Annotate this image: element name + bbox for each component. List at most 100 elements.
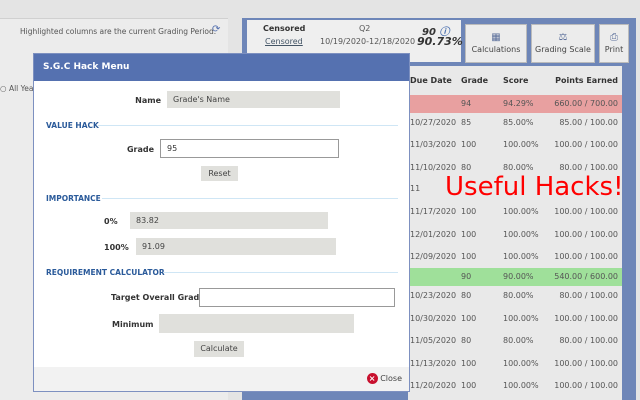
header-points[interactable]: Points Earned — [555, 72, 618, 90]
score-cell: 90.00% — [503, 272, 534, 281]
grading-scale-button[interactable]: ⚖ Grading Scale — [531, 24, 595, 63]
due-date-cell: 11/03/2020 — [410, 140, 457, 149]
reset-button[interactable]: Reset — [201, 166, 238, 181]
points-cell: 100.00 / 100.00 — [554, 207, 618, 216]
score-cell: 94.29% — [503, 99, 534, 108]
name-field[interactable]: Grade's Name — [167, 91, 340, 108]
points-cell: 100.00 / 100.00 — [554, 381, 618, 390]
table-row[interactable]: 90 90.00% 540.00 / 600.00 — [408, 268, 622, 286]
points-cell: 100.00 / 100.00 — [554, 230, 618, 239]
requirement-calculator-heading: REQUIREMENT CALCULATOR — [46, 268, 165, 277]
score-cell: 80.00% — [503, 291, 534, 300]
scale-icon: ⚖ — [558, 32, 568, 43]
header-score[interactable]: Score — [503, 72, 528, 90]
grade-percent: 90.73% — [417, 35, 463, 48]
due-date-cell: 10/30/2020 — [410, 314, 457, 323]
table-row[interactable]: 11/20/2020 100 100.00% 100.00 / 100.00 — [408, 377, 622, 395]
grading-scale-label: Grading Scale — [535, 45, 591, 54]
table-row[interactable]: 11/17/2020 100 100.00% 100.00 / 100.00 — [408, 203, 622, 221]
points-cell: 660.00 / 700.00 — [554, 99, 618, 108]
hack-menu-dialog: S.G.C Hack Menu Name Grade's Name VALUE … — [33, 53, 410, 392]
zero-percent-value: 83.82 — [130, 212, 328, 229]
grade-cell: 100 — [461, 140, 477, 149]
grading-period-note: Highlighted columns are the current Grad… — [20, 27, 217, 36]
points-cell: 100.00 / 100.00 — [554, 252, 618, 261]
minimum-field — [159, 314, 354, 333]
header-due-date[interactable]: Due Date — [410, 72, 452, 90]
overlay-caption: Useful Hacks! — [445, 172, 624, 202]
name-label: Name — [135, 96, 161, 105]
period-label: Q2 — [359, 24, 371, 33]
table-row[interactable]: 10/23/2020 80 80.00% 80.00 / 100.00 — [408, 287, 622, 305]
period-dates: 10/19/2020-12/18/2020 — [320, 37, 416, 46]
grade-cell: 100 — [461, 230, 477, 239]
due-date-cell: 10/23/2020 — [410, 291, 457, 300]
print-label: Print — [604, 45, 624, 54]
points-cell: 85.00 / 100.00 — [559, 118, 618, 127]
points-cell: 100.00 / 100.00 — [554, 314, 618, 323]
student-name: Censored — [263, 24, 306, 33]
divider — [98, 125, 398, 126]
table-row[interactable]: 12/09/2020 100 100.00% 100.00 / 100.00 — [408, 248, 622, 266]
due-date-cell: 11/13/2020 — [410, 359, 457, 368]
grade-cell: 80 — [461, 291, 472, 300]
grade-cell: 100 — [461, 381, 477, 390]
grade-cell: 80 — [461, 336, 472, 345]
grade-cell: 94 — [461, 99, 472, 108]
grade-cell: 90 — [461, 272, 472, 281]
calculator-icon: ▦ — [491, 32, 501, 43]
divider — [164, 272, 398, 273]
hundred-percent-label: 100% — [104, 243, 129, 252]
due-date-cell: 11 — [410, 184, 421, 193]
score-cell: 100.00% — [503, 140, 539, 149]
table-row[interactable]: 11/03/2020 100 100.00% 100.00 / 100.00 — [408, 136, 622, 154]
importance-heading: IMPORTANCE — [46, 194, 101, 203]
score-cell: 100.00% — [503, 230, 539, 239]
due-date-cell: 10/27/2020 — [410, 118, 457, 127]
close-label: Close — [380, 374, 402, 383]
grade-cell: 100 — [461, 314, 477, 323]
score-cell: 100.00% — [503, 314, 539, 323]
points-cell: 80.00 / 100.00 — [559, 336, 618, 345]
all-years-label: All Yea — [8, 84, 34, 93]
grade-input[interactable]: 95 — [160, 139, 339, 158]
due-date-cell: 11/05/2020 — [410, 336, 457, 345]
header-grade[interactable]: Grade — [461, 72, 488, 90]
due-date-cell: 12/01/2020 — [410, 230, 457, 239]
divider — [102, 198, 398, 199]
score-cell: 85.00% — [503, 118, 534, 127]
all-years-radio[interactable]: ○ All Yea — [0, 84, 33, 93]
table-row[interactable]: 11/05/2020 80 80.00% 80.00 / 100.00 — [408, 332, 622, 350]
value-hack-heading: VALUE HACK — [46, 121, 99, 130]
calculate-button[interactable]: Calculate — [194, 341, 244, 357]
target-grade-input[interactable] — [199, 288, 395, 307]
calculations-label: Calculations — [471, 45, 521, 54]
grade-label: Grade — [126, 145, 154, 154]
printer-icon: ⎙ — [610, 32, 618, 43]
table-row[interactable]: 11/13/2020 100 100.00% 100.00 / 100.00 — [408, 355, 622, 373]
points-cell: 80.00 / 100.00 — [559, 291, 618, 300]
print-button[interactable]: ⎙ Print — [599, 24, 629, 63]
close-button[interactable]: × Close — [366, 373, 402, 384]
score-cell: 100.00% — [503, 381, 539, 390]
table-row[interactable]: 12/01/2020 100 100.00% 100.00 / 100.00 — [408, 226, 622, 244]
close-icon: × — [366, 373, 378, 384]
table-header: Due Date Grade Score Points Earned — [408, 72, 622, 94]
minimum-label: Minimum — [112, 320, 154, 329]
due-date-cell: 11/20/2020 — [410, 381, 457, 390]
grade-cell: 85 — [461, 118, 472, 127]
dialog-title: S.G.C Hack Menu — [34, 54, 409, 81]
zero-percent-label: 0% — [104, 217, 118, 226]
points-cell: 540.00 / 600.00 — [554, 272, 618, 281]
student-link[interactable]: Censored — [265, 37, 303, 46]
points-cell: 100.00 / 100.00 — [554, 359, 618, 368]
dialog-footer: × Close — [34, 367, 409, 391]
calculations-button[interactable]: ▦ Calculations — [465, 24, 527, 63]
score-cell: 100.00% — [503, 252, 539, 261]
score-cell: 100.00% — [503, 359, 539, 368]
points-cell: 100.00 / 100.00 — [554, 140, 618, 149]
table-row[interactable]: 10/30/2020 100 100.00% 100.00 / 100.00 — [408, 310, 622, 328]
refresh-icon[interactable]: ⟳ — [212, 24, 220, 35]
table-row[interactable]: 94 94.29% 660.00 / 700.00 — [408, 95, 622, 113]
table-row[interactable]: 10/27/2020 85 85.00% 85.00 / 100.00 — [408, 114, 622, 132]
